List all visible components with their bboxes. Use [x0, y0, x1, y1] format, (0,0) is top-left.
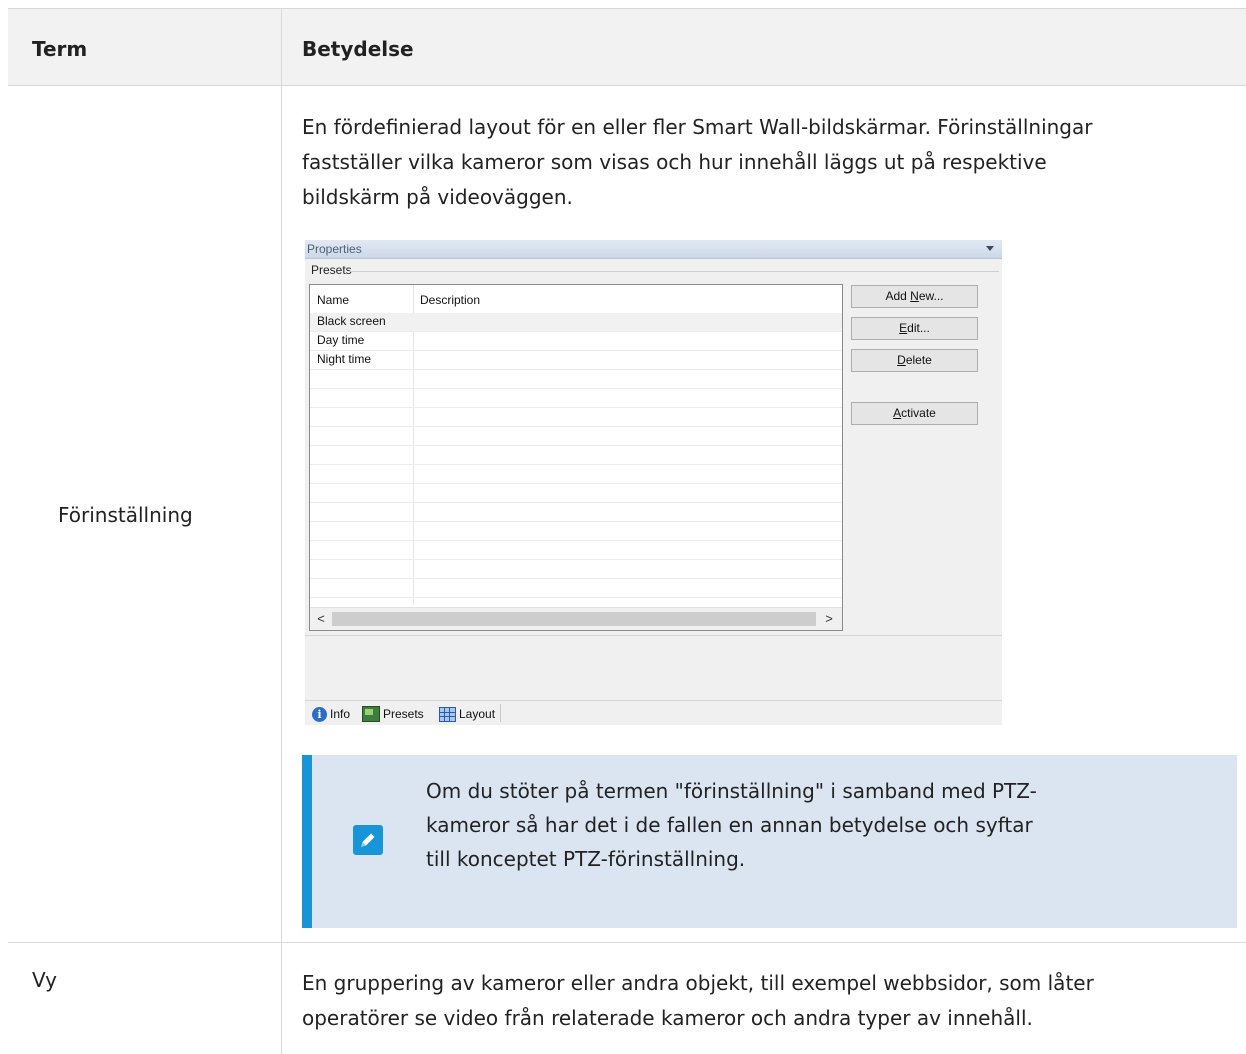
- tab-info[interactable]: i Info: [312, 704, 350, 724]
- info-icon: i: [312, 706, 327, 722]
- empty-row: [310, 522, 842, 541]
- bottom-tabbar: i Info Presets Layout: [305, 700, 1002, 725]
- note-line: till konceptet PTZ-förinställning.: [426, 847, 746, 871]
- definition-line: operatörer se video från relaterade kame…: [302, 1006, 1033, 1030]
- scroll-thumb[interactable]: [332, 612, 816, 626]
- column-description[interactable]: Description: [420, 293, 480, 307]
- pane-divider: [305, 635, 1002, 636]
- presets-icon: [362, 706, 380, 722]
- scroll-left-icon[interactable]: <: [313, 611, 329, 627]
- empty-row: [310, 503, 842, 522]
- tab-presets[interactable]: Presets: [362, 704, 424, 724]
- tab-info-label: Info: [330, 707, 351, 721]
- header-term: Term: [32, 37, 88, 61]
- term-cell: Förinställning: [58, 503, 193, 527]
- delete-button[interactable]: Delete: [851, 349, 978, 372]
- note-box: Om du stöter på termen "förinställning" …: [302, 755, 1237, 928]
- scroll-right-icon[interactable]: >: [821, 611, 837, 627]
- preset-name: Day time: [317, 333, 365, 347]
- list-header: Name Description: [310, 285, 842, 314]
- note-line: kameror så har det i de fallen en annan …: [426, 813, 1033, 837]
- preset-name: Black screen: [317, 314, 386, 328]
- empty-row: [310, 408, 842, 427]
- presets-group-label: Presets: [311, 263, 352, 277]
- header-meaning: Betydelse: [302, 37, 414, 61]
- horizontal-scrollbar[interactable]: < >: [310, 607, 842, 630]
- definition-line: bildskärm på videoväggen.: [302, 185, 573, 209]
- definition-line: En gruppering av kameror eller andra obj…: [302, 971, 1094, 995]
- note-line: Om du stöter på termen "förinställning" …: [426, 779, 1037, 803]
- add-new-button[interactable]: Add New...: [851, 285, 978, 308]
- presets-list[interactable]: Name Description Black screen Day time N…: [309, 284, 843, 631]
- table-header: Term Betydelse: [8, 8, 1246, 86]
- definition-line: En fördefinierad layout för en eller fle…: [302, 115, 1093, 139]
- note-accent-bar: [302, 755, 312, 928]
- dropdown-caret-icon[interactable]: [986, 246, 994, 251]
- definition-text: En fördefinierad layout för en eller fle…: [302, 110, 1092, 215]
- layout-grid-icon: [439, 706, 456, 722]
- column-name[interactable]: Name: [317, 293, 349, 307]
- properties-title: Properties: [307, 242, 362, 256]
- empty-row: [310, 484, 842, 503]
- empty-row: [310, 541, 842, 560]
- empty-row: [310, 389, 842, 408]
- empty-row: [310, 465, 842, 484]
- list-item[interactable]: Night time: [310, 351, 842, 370]
- empty-row: [310, 427, 842, 446]
- pencil-icon: [353, 825, 383, 855]
- definition-line: fastställer vilka kameror som visas och …: [302, 150, 1047, 174]
- group-divider: [349, 271, 999, 272]
- tab-separator: [500, 704, 501, 722]
- note-text: Om du stöter på termen "förinställning" …: [426, 774, 1186, 876]
- definition-text: En gruppering av kameror eller andra obj…: [302, 966, 1094, 1036]
- column-divider: [281, 8, 282, 1054]
- empty-row: [310, 370, 842, 389]
- row-divider: [8, 942, 1246, 943]
- empty-row: [310, 579, 842, 598]
- properties-titlebar: Properties: [305, 240, 1002, 259]
- glossary-table: Term Betydelse Förinställning En fördefi…: [8, 8, 1246, 1054]
- list-item[interactable]: Day time: [310, 332, 842, 351]
- empty-row: [310, 560, 842, 579]
- tab-layout-label: Layout: [459, 707, 496, 721]
- list-item[interactable]: Black screen: [310, 313, 842, 332]
- properties-screenshot: Properties Presets Name Description Blac…: [305, 240, 1002, 725]
- term-cell: Vy: [32, 968, 57, 992]
- tab-presets-label: Presets: [383, 707, 424, 721]
- tab-layout[interactable]: Layout: [439, 704, 495, 724]
- edit-button[interactable]: Edit...: [851, 317, 978, 340]
- preset-name: Night time: [317, 352, 372, 366]
- empty-row: [310, 446, 842, 465]
- activate-button[interactable]: Activate: [851, 402, 978, 425]
